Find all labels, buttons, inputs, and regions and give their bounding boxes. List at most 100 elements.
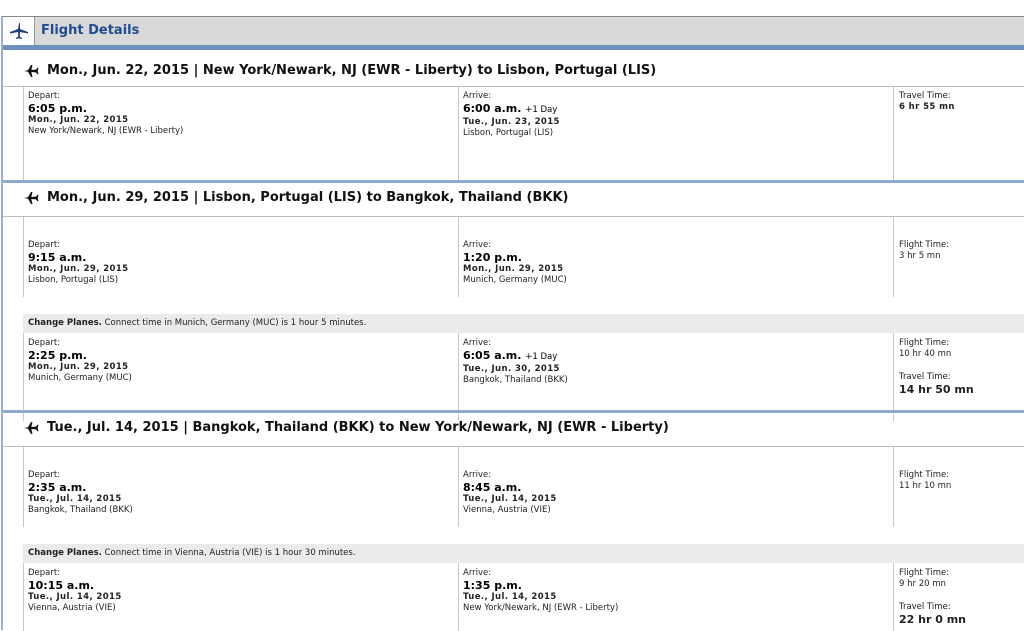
time-cell: Flight Time: 9 hr 20 mn Travel Time: 22 … bbox=[899, 568, 966, 626]
segment-title-text: Mon., Jun. 29, 2015 | Lisbon, Portugal (… bbox=[47, 190, 569, 205]
flight-time-value: 10 hr 40 mn bbox=[899, 349, 952, 359]
travel-time-label: Travel Time: bbox=[899, 91, 951, 101]
time-cell: Travel Time: 6 hr 55 mn bbox=[899, 91, 955, 113]
segment-title: Mon., Jun. 22, 2015 | New York/Newark, N… bbox=[23, 63, 656, 78]
divider bbox=[893, 217, 894, 297]
arrive-date: Mon., Jun. 29, 2015 bbox=[463, 264, 564, 274]
flight-time-label: Flight Time: bbox=[899, 470, 950, 480]
flight-segment: Tue., Jul. 14, 2015 | Bangkok, Thailand … bbox=[3, 410, 1024, 631]
divider bbox=[23, 563, 24, 631]
arrive-location: Bangkok, Thailand (BKK) bbox=[463, 375, 568, 385]
travel-time-total: 14 hr 50 mn bbox=[899, 383, 974, 396]
airplane-icon bbox=[3, 17, 35, 45]
divider bbox=[458, 447, 459, 527]
depart-location: New York/Newark, NJ (EWR - Liberty) bbox=[28, 126, 184, 136]
flight-segment: Mon., Jun. 22, 2015 | New York/Newark, N… bbox=[3, 50, 1024, 180]
travel-time-label: Travel Time: bbox=[899, 372, 951, 382]
arrive-cell: Arrive: 8:45 a.m. Tue., Jul. 14, 2015 Vi… bbox=[463, 470, 557, 516]
divider bbox=[893, 87, 894, 180]
arrive-time: 1:35 p.m. bbox=[463, 579, 522, 592]
arrive-date: Tue., Jul. 14, 2015 bbox=[463, 494, 557, 504]
divider bbox=[23, 87, 24, 180]
depart-label: Depart: bbox=[28, 470, 61, 480]
arrive-label: Arrive: bbox=[463, 470, 492, 480]
arrive-label: Arrive: bbox=[463, 338, 492, 348]
segment-title: Mon., Jun. 29, 2015 | Lisbon, Portugal (… bbox=[23, 190, 568, 205]
depart-date: Mon., Jun. 29, 2015 bbox=[28, 264, 129, 274]
depart-date: Tue., Jul. 14, 2015 bbox=[28, 592, 122, 602]
panel-title: Flight Details bbox=[41, 23, 140, 38]
plus-day-badge: +1 Day bbox=[525, 105, 558, 115]
arrive-label: Arrive: bbox=[463, 240, 492, 250]
flight-time-label: Flight Time: bbox=[899, 240, 950, 250]
flight-time-value: 11 hr 10 mn bbox=[899, 481, 952, 491]
change-planes-label: Change Planes. bbox=[28, 548, 102, 558]
time-cell: Flight Time: 3 hr 5 mn bbox=[899, 240, 949, 262]
depart-label: Depart: bbox=[28, 338, 61, 348]
divider bbox=[23, 447, 24, 527]
flight-time-value: 3 hr 5 mn bbox=[899, 251, 941, 261]
depart-cell: Depart: 9:15 a.m. Mon., Jun. 29, 2015 Li… bbox=[28, 240, 129, 286]
divider bbox=[23, 333, 24, 421]
depart-location: Bangkok, Thailand (BKK) bbox=[28, 505, 133, 515]
arrive-date: Tue., Jun. 23, 2015 bbox=[463, 117, 560, 127]
depart-label: Depart: bbox=[28, 568, 61, 578]
depart-label: Depart: bbox=[28, 240, 61, 250]
arrive-label: Arrive: bbox=[463, 91, 492, 101]
divider bbox=[23, 217, 24, 297]
depart-location: Lisbon, Portugal (LIS) bbox=[28, 275, 119, 285]
arrive-label: Arrive: bbox=[463, 568, 492, 578]
segment-title-text: Mon., Jun. 22, 2015 | New York/Newark, N… bbox=[47, 63, 657, 78]
travel-time-label: Travel Time: bbox=[899, 602, 951, 612]
flight-time-label: Flight Time: bbox=[899, 338, 950, 348]
depart-date: Tue., Jul. 14, 2015 bbox=[28, 494, 122, 504]
time-cell: Flight Time: 10 hr 40 mn Travel Time: 14… bbox=[899, 338, 974, 396]
time-cell: Flight Time: 11 hr 10 mn bbox=[899, 470, 951, 492]
flight-details-panel: Flight Details Mon., Jun. 22, 2015 | New… bbox=[1, 16, 1024, 631]
change-planes-label: Change Planes. bbox=[28, 318, 102, 328]
depart-cell: Depart: 6:05 p.m. Mon., Jun. 22, 2015 Ne… bbox=[28, 91, 183, 137]
segment-title-text: Tue., Jul. 14, 2015 | Bangkok, Thailand … bbox=[47, 420, 669, 435]
arrive-cell: Arrive: 1:20 p.m. Mon., Jun. 29, 2015 Mu… bbox=[463, 240, 567, 286]
depart-location: Vienna, Austria (VIE) bbox=[28, 603, 116, 613]
divider bbox=[3, 216, 1024, 217]
divider bbox=[893, 447, 894, 527]
arrive-cell: Arrive: 6:05 a.m. +1 Day Tue., Jun. 30, … bbox=[463, 338, 568, 386]
arrive-time: 8:45 a.m. bbox=[463, 481, 522, 494]
depart-date: Mon., Jun. 22, 2015 bbox=[28, 115, 129, 125]
arrive-time: 6:05 a.m. +1 Day bbox=[463, 349, 558, 362]
travel-time-total: 22 hr 0 mn bbox=[899, 613, 966, 626]
arrive-time: 1:20 p.m. bbox=[463, 251, 522, 264]
divider bbox=[893, 333, 894, 421]
flight-time-label: Flight Time: bbox=[899, 568, 950, 578]
depart-date: Mon., Jun. 29, 2015 bbox=[28, 362, 129, 372]
divider bbox=[458, 217, 459, 297]
panel-header: Flight Details bbox=[3, 17, 1024, 50]
depart-time: 6:05 p.m. bbox=[28, 102, 87, 115]
divider bbox=[3, 410, 1024, 413]
flight-segment: Mon., Jun. 29, 2015 | Lisbon, Portugal (… bbox=[3, 180, 1024, 421]
connect-time-text: Connect time in Munich, Germany (MUC) is… bbox=[104, 318, 367, 328]
plane-icon bbox=[23, 421, 39, 435]
depart-cell: Depart: 2:35 a.m. Tue., Jul. 14, 2015 Ba… bbox=[28, 470, 133, 516]
divider bbox=[458, 333, 459, 421]
depart-time: 10:15 a.m. bbox=[28, 579, 95, 592]
arrive-date: Tue., Jun. 30, 2015 bbox=[463, 364, 560, 374]
segment-title: Tue., Jul. 14, 2015 | Bangkok, Thailand … bbox=[23, 420, 669, 435]
arrive-time: 6:00 a.m. +1 Day bbox=[463, 102, 558, 115]
divider bbox=[3, 180, 1024, 183]
arrive-location: Vienna, Austria (VIE) bbox=[463, 505, 551, 515]
arrive-location: Lisbon, Portugal (LIS) bbox=[463, 128, 554, 138]
depart-cell: Depart: 10:15 a.m. Tue., Jul. 14, 2015 V… bbox=[28, 568, 122, 614]
flight-time-value: 9 hr 20 mn bbox=[899, 579, 946, 589]
divider bbox=[3, 446, 1024, 447]
depart-location: Munich, Germany (MUC) bbox=[28, 373, 132, 383]
divider bbox=[458, 87, 459, 180]
plus-day-badge: +1 Day bbox=[525, 352, 558, 362]
arrive-cell: Arrive: 6:00 a.m. +1 Day Tue., Jun. 23, … bbox=[463, 91, 560, 139]
connect-time-text: Connect time in Vienna, Austria (VIE) is… bbox=[104, 548, 356, 558]
depart-time: 2:35 a.m. bbox=[28, 481, 87, 494]
plane-icon bbox=[23, 64, 39, 78]
arrive-location: Munich, Germany (MUC) bbox=[463, 275, 567, 285]
arrive-date: Tue., Jul. 14, 2015 bbox=[463, 592, 557, 602]
